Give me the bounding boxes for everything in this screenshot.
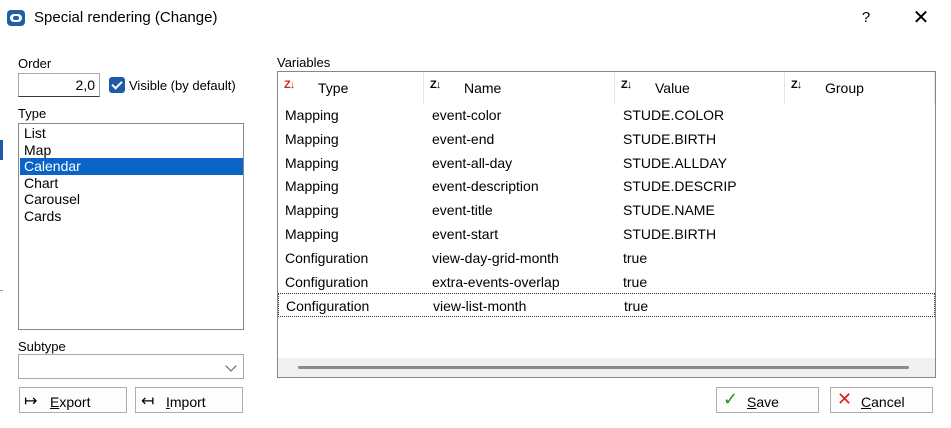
cell-type: Mapping	[285, 202, 339, 219]
table-row[interactable]: Mapping event-all-day STUDE.ALLDAY	[278, 151, 935, 175]
table-row[interactable]: Configuration view-day-grid-month true	[278, 246, 935, 270]
visible-checkbox[interactable]	[109, 77, 125, 93]
sort-icon: Z↓	[430, 79, 441, 91]
table-row[interactable]: Configuration extra-events-overlap true	[278, 270, 935, 294]
chevron-down-icon	[225, 360, 237, 372]
import-button[interactable]: ↤ Import	[135, 387, 243, 413]
close-button[interactable]: ✕	[899, 2, 943, 34]
cell-type: Mapping	[285, 107, 339, 123]
table-row[interactable]: Mapping event-description STUDE.DESCRIP	[278, 174, 935, 198]
cell-name: view-day-grid-month	[432, 249, 559, 266]
export-arrow-icon: ↦	[24, 393, 38, 410]
column-header-value[interactable]: Z↓ Value	[615, 72, 785, 104]
help-button[interactable]: ?	[850, 2, 882, 34]
type-listbox[interactable]: List Map Calendar Chart Carousel Cards	[18, 123, 244, 330]
variables-grid[interactable]: Z↓ Type Z↓ Name Z↓ Value Z↓ Group Mapping event-c…	[277, 71, 936, 378]
variables-label: Variables	[277, 55, 331, 70]
sort-icon: Z↓	[284, 79, 295, 91]
table-row[interactable]: Mapping event-title STUDE.NAME	[278, 198, 935, 222]
cell-value: STUDE.BIRTH	[623, 130, 717, 147]
cell-name: view-list-month	[433, 298, 527, 315]
sort-icon: Z↓	[621, 79, 632, 91]
column-header-name[interactable]: Z↓ Name	[424, 72, 615, 104]
type-list-item[interactable]: List	[20, 125, 243, 142]
cell-value: STUDE.ALLDAY	[623, 154, 727, 171]
save-button[interactable]: ✓ Save	[716, 387, 819, 413]
cell-name: event-description	[432, 178, 539, 195]
sort-icon: Z↓	[791, 79, 802, 91]
subtype-dropdown[interactable]	[18, 354, 244, 379]
type-label: Type	[18, 106, 47, 121]
cell-type: Mapping	[285, 226, 339, 242]
type-list-item[interactable]: Map	[20, 142, 243, 159]
window-title: Special rendering (Change)	[34, 9, 218, 26]
background-window-edge	[0, 140, 3, 160]
type-list-item[interactable]: Carousel	[20, 191, 243, 208]
background-window-edge-line	[0, 290, 3, 291]
cell-type: Configuration	[285, 273, 369, 290]
cell-type: Mapping	[285, 178, 339, 195]
cell-name: extra-events-overlap	[432, 273, 560, 290]
column-header-type[interactable]: Z↓ Type	[278, 72, 424, 104]
cell-type: Configuration	[285, 249, 369, 266]
cell-type: Mapping	[285, 130, 339, 147]
cell-value: STUDE.COLOR	[623, 107, 725, 123]
export-button[interactable]: ↦ Export	[19, 387, 127, 413]
cancel-button[interactable]: ✕ Cancel	[830, 387, 933, 413]
horizontal-scrollbar[interactable]	[298, 366, 909, 369]
type-list-item[interactable]: Cards	[20, 208, 243, 225]
app-logo-icon	[7, 10, 25, 26]
column-header-label: Type	[318, 80, 349, 96]
cell-value: STUDE.BIRTH	[623, 226, 717, 242]
column-header-label: Group	[825, 80, 864, 96]
type-list-item[interactable]: Chart	[20, 175, 243, 192]
cancel-x-icon: ✕	[837, 389, 853, 409]
order-label: Order	[18, 56, 52, 71]
column-header-label: Value	[655, 80, 690, 96]
cell-value: true	[624, 298, 649, 315]
table-row[interactable]: Mapping event-end STUDE.BIRTH	[278, 127, 935, 151]
cell-name: event-all-day	[432, 154, 513, 171]
cell-type: Configuration	[286, 298, 370, 315]
column-header-label: Name	[464, 80, 502, 96]
title-bar: Special rendering (Change) ? ✕	[0, 0, 951, 37]
save-button-label: Save	[747, 394, 779, 410]
column-header-group[interactable]: Z↓ Group	[785, 72, 935, 104]
import-arrow-icon: ↤	[141, 393, 155, 410]
cell-type: Mapping	[285, 154, 339, 171]
cell-value: true	[623, 273, 648, 290]
import-button-label: Import	[166, 394, 206, 410]
export-button-label: Export	[50, 394, 91, 410]
cell-value: STUDE.NAME	[623, 202, 715, 219]
cell-name: event-title	[432, 202, 493, 219]
close-icon: ✕	[912, 7, 930, 29]
table-row[interactable]: Mapping event-color STUDE.COLOR	[278, 103, 935, 127]
table-row[interactable]: Mapping event-start STUDE.BIRTH	[278, 222, 935, 246]
type-list-item[interactable]: Calendar	[20, 158, 243, 175]
subtype-label: Subtype	[18, 339, 66, 354]
table-row[interactable]: Configuration view-list-month true	[278, 293, 935, 318]
visible-checkbox-label[interactable]: Visible (by default)	[129, 78, 236, 93]
cell-value: true	[623, 249, 648, 266]
order-input[interactable]: 2,0	[18, 73, 100, 97]
cell-name: event-start	[432, 226, 499, 242]
cancel-button-label: Cancel	[861, 394, 905, 410]
cell-name: event-color	[432, 107, 502, 123]
checkmark-icon: ✓	[723, 389, 739, 409]
cell-value: STUDE.DESCRIP	[623, 178, 737, 195]
cell-name: event-end	[432, 130, 495, 147]
